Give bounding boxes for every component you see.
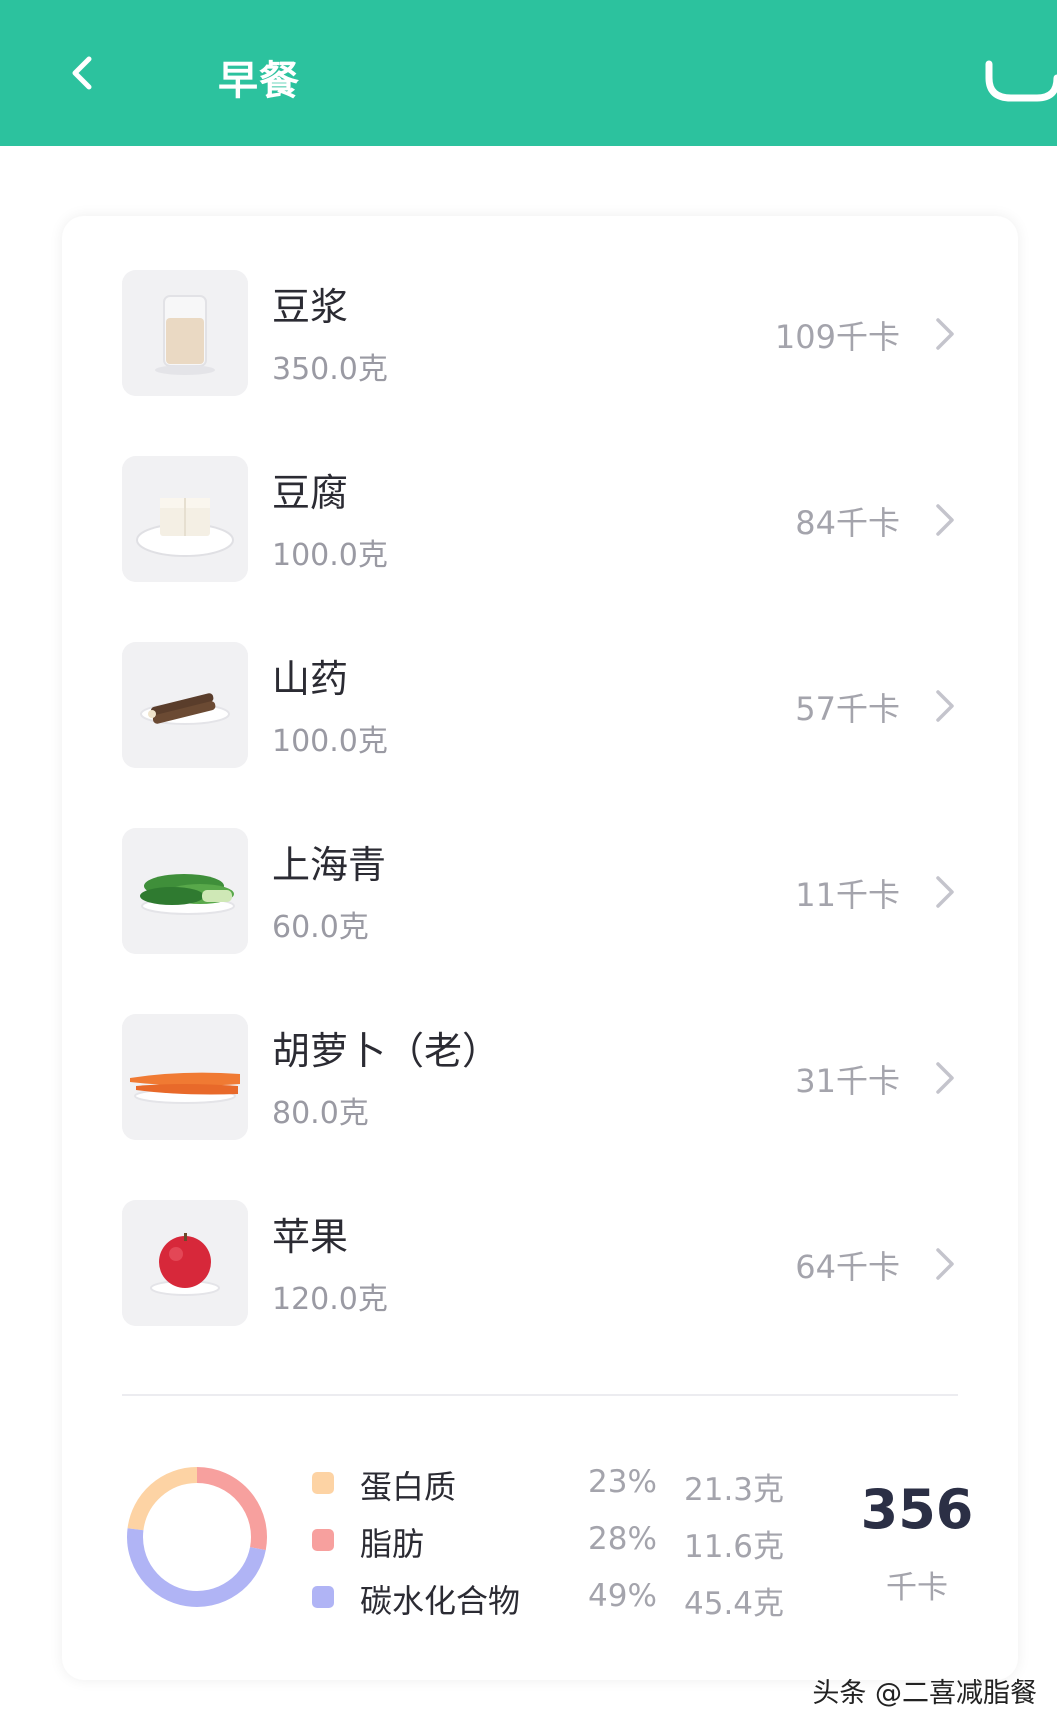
edit-button[interactable] [967, 36, 1057, 116]
yam-image [122, 642, 248, 768]
total-calories: 356 [860, 1478, 974, 1541]
food-name: 胡萝卜（老） [272, 1029, 501, 1073]
food-weight: 60.0克 [272, 910, 369, 945]
food-name: 上海青 [272, 843, 387, 887]
top-bar: 早餐 [0, 0, 1057, 146]
food-item-bok-choy[interactable]: 上海青 60.0克 11千卡 [62, 806, 1018, 966]
food-name: 豆腐 [272, 471, 349, 515]
fat-color-swatch [312, 1529, 334, 1551]
legend-protein: 蛋白质 23% 21.3克 [312, 1460, 784, 1510]
apple-image [122, 1200, 248, 1326]
legend-name: 蛋白质 [360, 1468, 457, 1506]
bok-choy-image [122, 828, 248, 954]
donut-segment-carbs [127, 1528, 266, 1607]
food-weight: 100.0克 [272, 724, 388, 759]
chevron-right-icon [936, 876, 954, 908]
legend-grams: 21.3克 [684, 1472, 785, 1508]
food-weight: 120.0克 [272, 1282, 388, 1317]
food-name: 山药 [272, 657, 349, 701]
food-weight: 80.0克 [272, 1096, 369, 1131]
food-item-yam[interactable]: 山药 100.0克 57千卡 [62, 620, 1018, 780]
legend-carbs: 碳水化合物 49% 45.4克 [312, 1574, 784, 1624]
chevron-right-icon [936, 690, 954, 722]
food-item-apple[interactable]: 苹果 120.0克 64千卡 [62, 1178, 1018, 1338]
back-arrow-icon [72, 56, 92, 90]
divider [122, 1394, 958, 1396]
food-name: 苹果 [272, 1215, 349, 1259]
food-name: 豆浆 [272, 285, 349, 329]
food-calories: 57千卡 [795, 690, 900, 728]
carrot-image [122, 1014, 248, 1140]
chevron-right-icon [936, 504, 954, 536]
food-calories: 84千卡 [795, 504, 900, 542]
food-weight: 100.0克 [272, 538, 388, 573]
meal-card: 豆浆 350.0克 109千卡 豆腐 100.0克 84千卡 山药 100.0克… [62, 216, 1018, 1680]
chevron-right-icon [936, 1248, 954, 1280]
carbs-color-swatch [312, 1586, 334, 1608]
soy-milk-image [122, 270, 248, 396]
food-calories: 11千卡 [795, 876, 900, 914]
food-weight: 350.0克 [272, 352, 388, 387]
protein-color-swatch [312, 1472, 334, 1494]
watermark: 头条 @二喜减脂餐 [812, 1678, 1037, 1709]
edit-icon [985, 60, 1057, 102]
legend-name: 碳水化合物 [360, 1582, 521, 1620]
food-calories: 109千卡 [774, 318, 900, 356]
donut-segment-fat [196, 1467, 267, 1551]
back-button[interactable] [48, 38, 118, 108]
legend-percent: 23% [588, 1464, 657, 1500]
food-calories: 64千卡 [795, 1248, 900, 1286]
legend-percent: 28% [588, 1521, 657, 1557]
chevron-right-icon [936, 318, 954, 350]
legend-fat: 脂肪 28% 11.6克 [312, 1517, 784, 1567]
food-calories: 31千卡 [795, 1062, 900, 1100]
total-calories-unit: 千卡 [886, 1570, 948, 1606]
legend-name: 脂肪 [360, 1525, 425, 1563]
food-item-soy-milk[interactable]: 豆浆 350.0克 109千卡 [62, 248, 1018, 408]
legend-percent: 49% [588, 1578, 657, 1614]
chevron-right-icon [936, 1062, 954, 1094]
legend-grams: 11.6克 [684, 1529, 785, 1565]
page-title: 早餐 [218, 58, 300, 104]
donut-segment-protein [127, 1467, 198, 1531]
food-item-carrot[interactable]: 胡萝卜（老） 80.0克 31千卡 [62, 992, 1018, 1152]
food-item-tofu[interactable]: 豆腐 100.0克 84千卡 [62, 434, 1018, 594]
tofu-image [122, 456, 248, 582]
legend-grams: 45.4克 [684, 1586, 785, 1622]
macro-donut-chart [127, 1467, 267, 1607]
